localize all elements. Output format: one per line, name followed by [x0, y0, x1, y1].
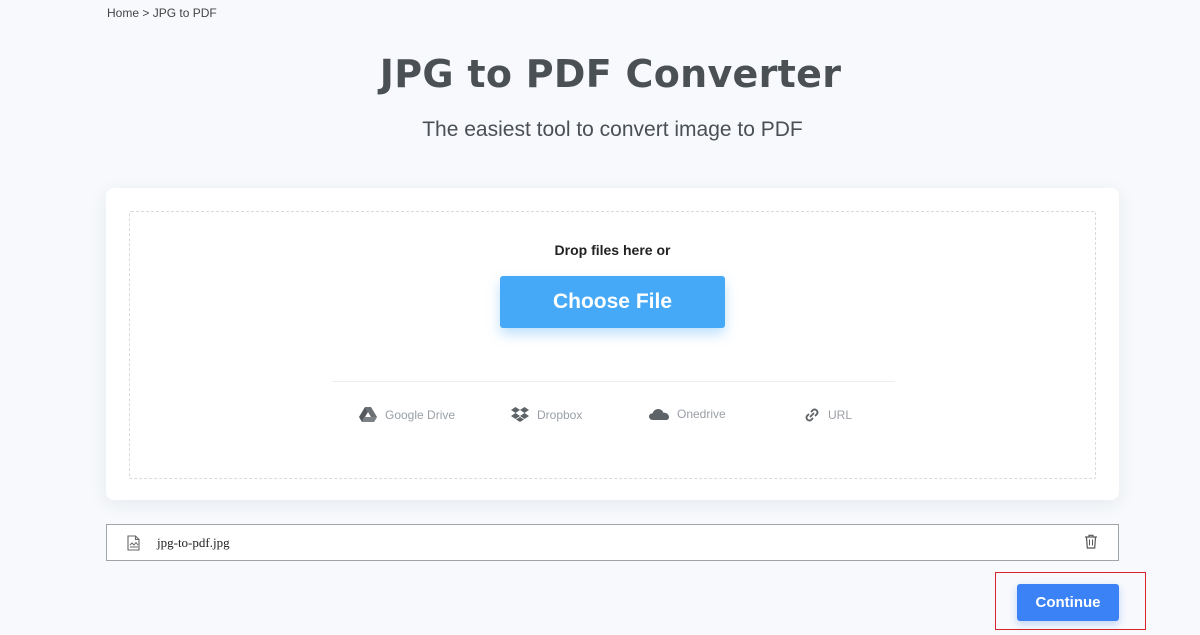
breadcrumb: Home > JPG to PDF [107, 6, 217, 20]
link-icon [804, 407, 820, 423]
dropbox-icon [511, 407, 529, 423]
drop-files-text: Drop files here or [554, 242, 671, 258]
dropbox-source[interactable]: Dropbox [511, 407, 582, 423]
onedrive-icon [649, 408, 669, 421]
choose-file-button[interactable]: Choose File [500, 276, 725, 328]
breadcrumb-separator: > [142, 6, 150, 20]
breadcrumb-current: JPG to PDF [152, 6, 217, 20]
continue-button[interactable]: Continue [1017, 584, 1119, 621]
file-dropzone[interactable]: Drop files here or Choose File Google Dr… [129, 211, 1096, 479]
trash-icon[interactable] [1084, 534, 1098, 554]
google-drive-label: Google Drive [385, 407, 456, 422]
url-label: URL [828, 408, 853, 422]
sources-divider [332, 381, 895, 382]
url-source[interactable]: URL [804, 407, 852, 423]
google-drive-icon [359, 407, 377, 422]
file-image-icon [127, 535, 141, 556]
upload-card: Drop files here or Choose File Google Dr… [106, 188, 1119, 500]
dropbox-label: Dropbox [537, 408, 583, 422]
onedrive-label: Onedrive [677, 407, 726, 421]
file-name: jpg-to-pdf.jpg [157, 535, 230, 550]
page-subtitle: The easiest tool to convert image to PDF [422, 118, 803, 141]
file-list-item: jpg-to-pdf.jpg [106, 524, 1119, 561]
page-title: JPG to PDF Converter [379, 52, 842, 96]
google-drive-source[interactable]: Google Drive [359, 407, 455, 422]
breadcrumb-home-link[interactable]: Home [107, 6, 139, 20]
onedrive-source[interactable]: Onedrive [649, 407, 726, 421]
